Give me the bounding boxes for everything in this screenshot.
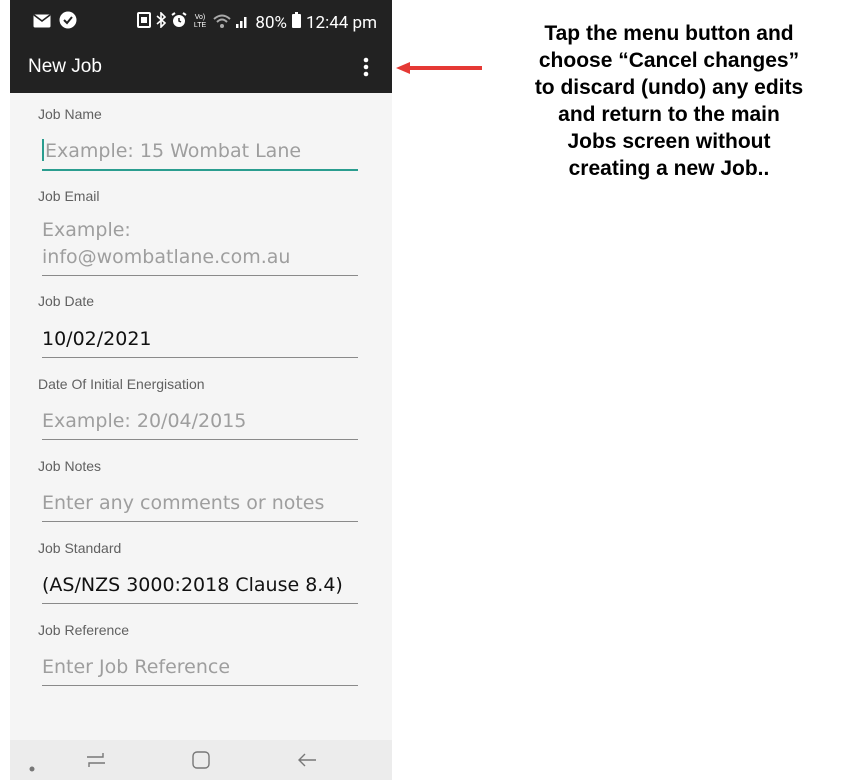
bluetooth-icon bbox=[156, 11, 167, 33]
job-email-field[interactable]: Example: info@wombatlane.com.au bbox=[42, 217, 358, 276]
text-cursor bbox=[42, 139, 44, 161]
job-notes-field[interactable]: Enter any comments or notes bbox=[42, 489, 358, 522]
wifi-icon bbox=[213, 13, 232, 33]
page-title: New Job bbox=[28, 56, 102, 77]
instruction-line: choose “Cancel changes” bbox=[538, 49, 800, 72]
alarm-icon bbox=[171, 12, 187, 33]
job-date-label: Job Date bbox=[38, 293, 95, 309]
overflow-menu-button[interactable] bbox=[354, 53, 378, 85]
job-email-placeholder-line2: info@wombatlane.com.au bbox=[42, 246, 291, 268]
job-reference-placeholder: Enter Job Reference bbox=[42, 656, 231, 678]
job-reference-label: Job Reference bbox=[38, 622, 130, 638]
screenshot-icon bbox=[137, 12, 152, 33]
instruction-line: Jobs screen without bbox=[567, 130, 771, 153]
job-email-label: Job Email bbox=[38, 188, 100, 204]
home-icon[interactable] bbox=[191, 750, 211, 774]
battery-icon bbox=[291, 12, 301, 33]
job-date-field[interactable]: 10/02/2021 bbox=[42, 325, 358, 358]
job-date-value: 10/02/2021 bbox=[42, 328, 152, 350]
system-nav-bar bbox=[10, 740, 392, 780]
svg-text:Vo): Vo) bbox=[195, 14, 206, 21]
instruction-line: to discard (undo) any edits bbox=[534, 76, 804, 99]
job-standard-field[interactable]: (AS/NZS 3000:2018 Clause 8.4) bbox=[42, 571, 358, 604]
red-arrow-icon bbox=[396, 59, 482, 74]
dot-icon bbox=[29, 757, 35, 776]
back-icon[interactable] bbox=[296, 750, 318, 774]
status-bar: Vo) LTE 80% 12:44 pm bbox=[10, 0, 392, 45]
job-standard-value: (AS/NZS 3000:2018 Clause 8.4) bbox=[42, 574, 343, 596]
volte-icon: Vo) LTE bbox=[192, 12, 208, 33]
initial-energisation-placeholder: Example: 20/04/2015 bbox=[42, 410, 247, 432]
instruction-text: Tap the menu button and choose “Cancel c… bbox=[492, 20, 846, 182]
mail-icon bbox=[33, 13, 51, 32]
signal-icon bbox=[236, 13, 250, 33]
job-notes-label: Job Notes bbox=[38, 458, 102, 474]
job-name-label: Job Name bbox=[38, 106, 102, 122]
app-bar: New Job bbox=[10, 45, 392, 93]
svg-text:LTE: LTE bbox=[194, 22, 207, 28]
initial-energisation-label: Date Of Initial Energisation bbox=[38, 376, 205, 392]
clock: 12:44 pm bbox=[305, 12, 377, 33]
job-notes-placeholder: Enter any comments or notes bbox=[42, 492, 325, 514]
job-email-placeholder-line1: Example: bbox=[42, 219, 131, 241]
battery-percent: 80% bbox=[255, 12, 287, 33]
job-name-placeholder: Example: 15 Wombat Lane bbox=[45, 140, 302, 162]
recents-icon[interactable] bbox=[85, 750, 107, 774]
job-reference-field[interactable]: Enter Job Reference bbox=[42, 653, 358, 686]
check-circle-icon bbox=[59, 11, 77, 33]
job-standard-label: Job Standard bbox=[38, 540, 122, 556]
phone-screen: Vo) LTE 80% 12:44 pm New Job Job Name Exa… bbox=[10, 0, 392, 780]
instruction-line: and return to the main bbox=[558, 103, 780, 126]
job-name-field[interactable]: Example: 15 Wombat Lane bbox=[42, 137, 358, 171]
more-vert-icon bbox=[363, 57, 369, 81]
instruction-line: Tap the menu button and bbox=[544, 22, 794, 45]
initial-energisation-field[interactable]: Example: 20/04/2015 bbox=[42, 407, 358, 440]
instruction-line: creating a new Job.. bbox=[568, 157, 770, 180]
